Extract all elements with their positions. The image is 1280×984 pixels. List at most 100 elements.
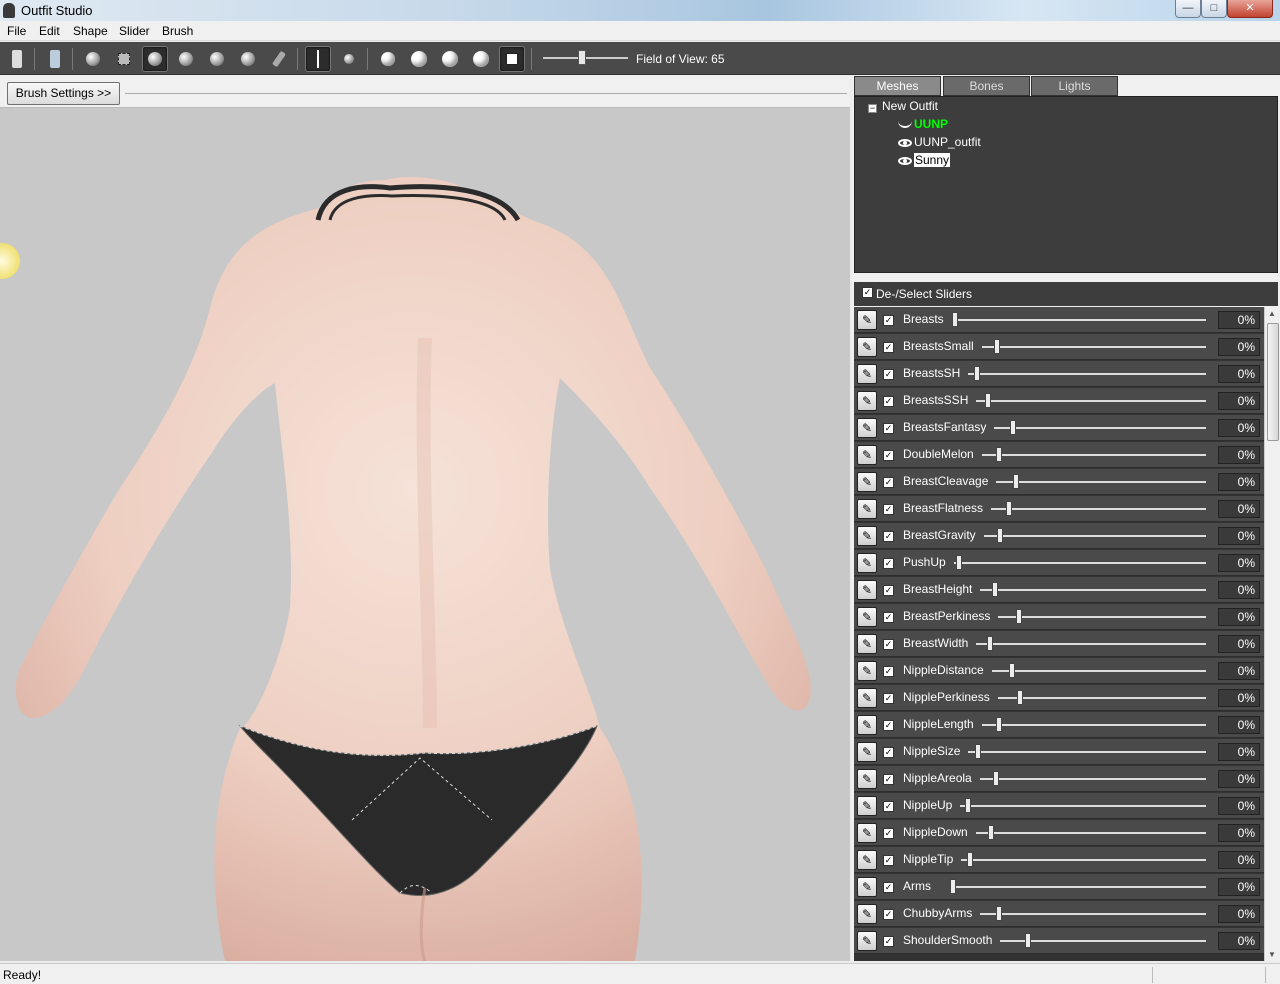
select-all-checkbox[interactable]: ✓ bbox=[862, 287, 873, 298]
slider-thumb[interactable] bbox=[1025, 933, 1031, 948]
edit-slider-pencil-icon[interactable]: ✎ bbox=[857, 418, 877, 438]
slider-track[interactable] bbox=[994, 427, 1206, 429]
slider-value[interactable]: 0% bbox=[1218, 716, 1260, 734]
slider-checkbox[interactable]: ✓ bbox=[883, 585, 894, 596]
slider-thumb[interactable] bbox=[994, 339, 1000, 354]
edit-slider-pencil-icon[interactable]: ✎ bbox=[857, 715, 877, 735]
slider-checkbox[interactable]: ✓ bbox=[883, 936, 894, 947]
edit-slider-pencil-icon[interactable]: ✎ bbox=[857, 688, 877, 708]
slider-thumb[interactable] bbox=[965, 798, 971, 813]
brush-size-xlarge-icon[interactable] bbox=[468, 46, 494, 72]
slider-value[interactable]: 0% bbox=[1218, 689, 1260, 707]
edit-slider-pencil-icon[interactable]: ✎ bbox=[857, 472, 877, 492]
slider-checkbox[interactable]: ✓ bbox=[883, 639, 894, 650]
edit-slider-pencil-icon[interactable]: ✎ bbox=[857, 391, 877, 411]
slider-thumb[interactable] bbox=[956, 555, 962, 570]
slider-track[interactable] bbox=[950, 886, 1206, 888]
slider-value[interactable]: 0% bbox=[1218, 851, 1260, 869]
slider-checkbox[interactable]: ✓ bbox=[883, 342, 894, 353]
slider-value[interactable]: 0% bbox=[1218, 500, 1260, 518]
slider-checkbox[interactable]: ✓ bbox=[883, 450, 894, 461]
edit-slider-pencil-icon[interactable]: ✎ bbox=[857, 310, 877, 330]
slider-thumb[interactable] bbox=[1010, 420, 1016, 435]
slider-track[interactable] bbox=[976, 643, 1206, 645]
menu-brush[interactable]: Brush bbox=[162, 24, 193, 38]
slider-track[interactable] bbox=[982, 454, 1206, 456]
slider-thumb[interactable] bbox=[974, 366, 980, 381]
edit-slider-pencil-icon[interactable]: ✎ bbox=[857, 445, 877, 465]
slider-value[interactable]: 0% bbox=[1218, 878, 1260, 896]
slider-track[interactable] bbox=[980, 913, 1206, 915]
tree-root[interactable]: New Outfit bbox=[882, 99, 938, 116]
tree-item-uunp-outfit[interactable]: UUNP_outfit bbox=[898, 135, 981, 152]
slider-checkbox[interactable]: ✓ bbox=[883, 504, 894, 515]
connected-only-icon[interactable] bbox=[336, 46, 362, 72]
slider-track[interactable] bbox=[968, 751, 1206, 753]
slider-thumb[interactable] bbox=[985, 393, 991, 408]
slider-track[interactable] bbox=[976, 400, 1206, 402]
edit-slider-pencil-icon[interactable]: ✎ bbox=[857, 823, 877, 843]
edit-slider-pencil-icon[interactable]: ✎ bbox=[857, 661, 877, 681]
deflate-brush-icon[interactable] bbox=[173, 46, 199, 72]
slider-thumb[interactable] bbox=[967, 852, 973, 867]
slider-checkbox[interactable]: ✓ bbox=[883, 693, 894, 704]
edit-slider-pencil-icon[interactable]: ✎ bbox=[857, 364, 877, 384]
slider-track[interactable] bbox=[980, 778, 1206, 780]
slider-checkbox[interactable]: ✓ bbox=[883, 855, 894, 866]
brush-size-large-icon[interactable] bbox=[437, 46, 463, 72]
slider-track[interactable] bbox=[984, 535, 1206, 537]
slider-value[interactable]: 0% bbox=[1218, 662, 1260, 680]
edit-slider-pencil-icon[interactable]: ✎ bbox=[857, 337, 877, 357]
slider-track[interactable] bbox=[982, 346, 1206, 348]
slider-track[interactable] bbox=[996, 481, 1206, 483]
xmirror-icon[interactable] bbox=[305, 46, 331, 72]
fov-slider-thumb[interactable] bbox=[578, 50, 586, 65]
slider-value[interactable]: 0% bbox=[1218, 365, 1260, 383]
slider-value[interactable]: 0% bbox=[1218, 419, 1260, 437]
slider-value[interactable]: 0% bbox=[1218, 905, 1260, 923]
edit-slider-pencil-icon[interactable]: ✎ bbox=[857, 850, 877, 870]
menu-shape[interactable]: Shape bbox=[73, 24, 108, 38]
slider-track[interactable] bbox=[998, 697, 1206, 699]
slider-checkbox[interactable]: ✓ bbox=[883, 558, 894, 569]
select-reference-icon[interactable] bbox=[42, 46, 68, 72]
slider-thumb[interactable] bbox=[952, 312, 958, 327]
edit-slider-pencil-icon[interactable]: ✎ bbox=[857, 526, 877, 546]
slider-value[interactable]: 0% bbox=[1218, 473, 1260, 491]
slider-thumb[interactable] bbox=[988, 825, 994, 840]
slider-checkbox[interactable]: ✓ bbox=[883, 720, 894, 731]
3d-viewport[interactable] bbox=[0, 108, 850, 961]
slider-track[interactable] bbox=[961, 859, 1206, 861]
eye-icon[interactable] bbox=[898, 138, 912, 147]
slider-thumb[interactable] bbox=[987, 636, 993, 651]
edit-slider-pencil-icon[interactable]: ✎ bbox=[857, 553, 877, 573]
slider-track[interactable] bbox=[998, 616, 1206, 618]
edit-slider-pencil-icon[interactable]: ✎ bbox=[857, 931, 877, 951]
slider-checkbox[interactable]: ✓ bbox=[883, 315, 894, 326]
slider-value[interactable]: 0% bbox=[1218, 311, 1260, 329]
menu-edit[interactable]: Edit bbox=[39, 24, 60, 38]
wireframe-icon[interactable] bbox=[499, 46, 525, 72]
edit-slider-pencil-icon[interactable]: ✎ bbox=[857, 877, 877, 897]
slider-thumb[interactable] bbox=[1013, 474, 1019, 489]
slider-value[interactable]: 0% bbox=[1218, 554, 1260, 572]
menu-file[interactable]: File bbox=[7, 24, 26, 38]
slider-value[interactable]: 0% bbox=[1218, 743, 1260, 761]
slider-thumb[interactable] bbox=[993, 771, 999, 786]
slider-value[interactable]: 0% bbox=[1218, 932, 1260, 950]
slider-thumb[interactable] bbox=[1009, 663, 1015, 678]
slider-checkbox[interactable]: ✓ bbox=[883, 882, 894, 893]
brush-size-small-icon[interactable] bbox=[375, 46, 401, 72]
close-button[interactable]: ✕ bbox=[1227, 0, 1273, 18]
slider-checkbox[interactable]: ✓ bbox=[883, 774, 894, 785]
slider-thumb[interactable] bbox=[975, 744, 981, 759]
slider-track[interactable] bbox=[992, 670, 1206, 672]
tree-item-uunp[interactable]: UUNP bbox=[898, 117, 948, 134]
slider-value[interactable]: 0% bbox=[1218, 527, 1260, 545]
edit-slider-pencil-icon[interactable]: ✎ bbox=[857, 580, 877, 600]
slider-track[interactable] bbox=[952, 319, 1206, 321]
eye-closed-icon[interactable] bbox=[898, 121, 912, 129]
slider-track[interactable] bbox=[982, 724, 1206, 726]
select-outfit-icon[interactable] bbox=[4, 46, 30, 72]
slider-checkbox[interactable]: ✓ bbox=[883, 369, 894, 380]
